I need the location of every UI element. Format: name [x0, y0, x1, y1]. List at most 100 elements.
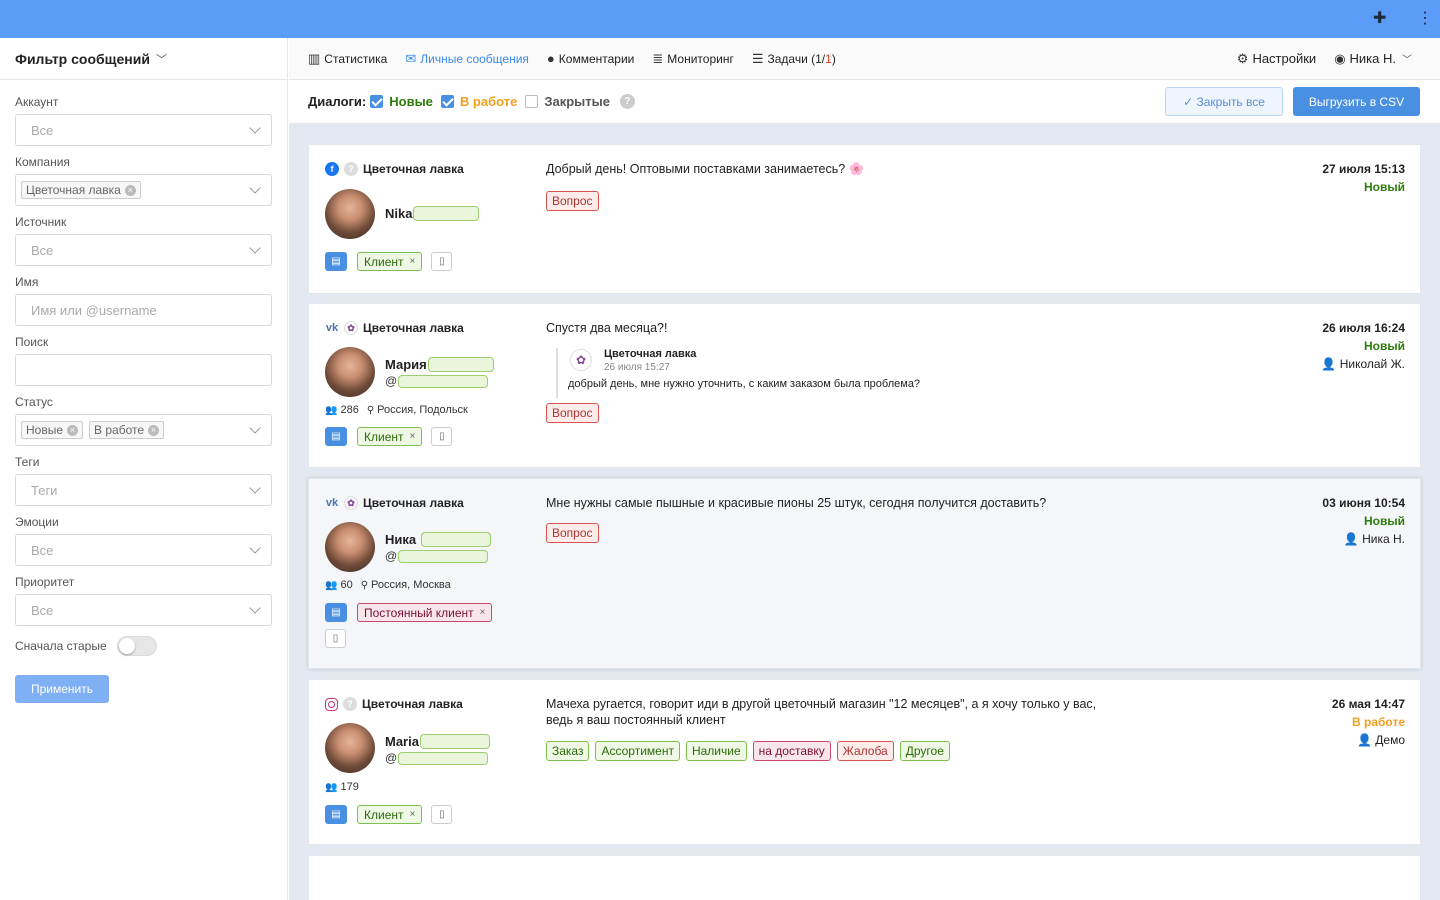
redacted-field: [398, 549, 489, 563]
filter-new[interactable]: Новые: [370, 94, 433, 109]
users-icon: 👥: [325, 781, 338, 793]
clipboard-icon[interactable]: ▯: [325, 629, 346, 648]
status-select[interactable]: Новые × В работе ×: [15, 414, 272, 446]
filter-closed[interactable]: Закрытые: [525, 94, 610, 109]
clipboard-icon[interactable]: ▯: [431, 805, 453, 824]
tag-availability[interactable]: Наличие: [685, 741, 747, 761]
remove-chip-icon[interactable]: ×: [67, 424, 79, 436]
avatar[interactable]: [325, 723, 375, 773]
nav-messages[interactable]: ✉ Личные сообщения: [405, 51, 529, 67]
clipboard-icon[interactable]: ▯: [431, 427, 453, 446]
contact-name[interactable]: Мария: [385, 357, 494, 372]
tag-delivery[interactable]: на доставку: [752, 741, 831, 761]
remove-tag-icon[interactable]: ×: [480, 607, 486, 618]
export-csv-button[interactable]: Выгрузить в CSV: [1293, 87, 1420, 116]
flower-icon: ✿: [344, 496, 358, 510]
search-input[interactable]: [15, 354, 272, 386]
dialog-card[interactable]: f? Цветочная лавка Nika ▤ Клиент × ▯ Добры…: [308, 144, 1421, 294]
nav-stats-label: Статистика: [324, 51, 388, 66]
nav-settings[interactable]: ⚙ Настройки: [1237, 51, 1316, 67]
contact-name[interactable]: Maria: [385, 734, 490, 749]
remove-tag-icon[interactable]: ×: [410, 256, 416, 267]
checkbox-closed[interactable]: [525, 95, 539, 108]
message-date: 27 июля 15:13: [1322, 162, 1405, 176]
priority-value: Все: [31, 602, 54, 618]
filter-new-label: Новые: [389, 94, 433, 109]
company-name: Цветочная лавка: [362, 697, 463, 711]
dialog-card[interactable]: [308, 855, 1421, 900]
tag-other[interactable]: Другое: [899, 741, 950, 761]
checkbox-new[interactable]: [370, 95, 384, 108]
flower-icon: ✿: [344, 321, 358, 335]
users-icon: 👥: [325, 404, 338, 416]
close-all-button[interactable]: ✓ Закрыть все: [1165, 87, 1283, 116]
name-input[interactable]: Имя или @username: [15, 294, 272, 326]
priority-select[interactable]: Все: [15, 594, 272, 626]
old-first-toggle[interactable]: [116, 636, 157, 656]
contact-name[interactable]: Ника: [385, 532, 492, 547]
chevron-down-icon: [249, 182, 261, 194]
old-first-label: Сначала старые: [15, 638, 107, 653]
tag-question[interactable]: Вопрос: [546, 191, 599, 211]
card-meta: 26 июля 16:24 Новый 👤 Николай Ж.: [1321, 321, 1405, 371]
nav-monitoring[interactable]: ≣ Мониторинг: [652, 51, 733, 67]
tag-question[interactable]: Вопрос: [546, 523, 599, 543]
emotions-select[interactable]: Все: [15, 534, 272, 566]
nav-stats[interactable]: ▥ Статистика: [308, 51, 387, 67]
tag-assortment[interactable]: Ассортимент: [595, 741, 680, 761]
source-label: Источник: [15, 215, 67, 229]
reply-author: Цветочная лавка: [604, 348, 697, 360]
puzzle-icon[interactable]: ✚: [1373, 10, 1386, 28]
clipboard-icon[interactable]: ▯: [431, 252, 453, 271]
status-label: Статус: [15, 395, 53, 409]
notes-icon[interactable]: ▤: [325, 805, 347, 824]
tag-question[interactable]: Вопрос: [546, 403, 599, 423]
filter-work[interactable]: В работе: [440, 94, 517, 109]
notes-icon[interactable]: ▤: [325, 427, 347, 446]
avatar[interactable]: [325, 347, 375, 397]
dialog-card[interactable]: ? Цветочная лавка Maria @ 👥 179 ▤ Клиент × …: [308, 679, 1421, 845]
contact-name[interactable]: Nika: [385, 206, 480, 221]
tags-select[interactable]: Теги: [15, 474, 272, 506]
user-menu[interactable]: ◉ Ника Н. ﹀: [1334, 51, 1412, 67]
avatar[interactable]: [325, 522, 375, 572]
remove-chip-icon[interactable]: ×: [148, 424, 160, 436]
client-tag[interactable]: Клиент ×: [357, 252, 423, 271]
apply-button[interactable]: Применить: [15, 675, 109, 703]
company-select[interactable]: Цветочная лавка ×: [15, 174, 272, 206]
remove-tag-icon[interactable]: ×: [410, 431, 416, 442]
remove-chip-icon[interactable]: ×: [124, 184, 136, 196]
filter-header[interactable]: Фильтр сообщений ﹀: [0, 38, 287, 80]
facebook-icon: f: [325, 162, 339, 176]
card-actions: ▤ Клиент × ▯: [325, 805, 453, 824]
username-prefix: @: [385, 549, 398, 563]
help-icon[interactable]: ?: [619, 94, 635, 109]
remove-tag-icon[interactable]: ×: [410, 809, 416, 820]
more-vertical-icon[interactable]: ⋮: [1417, 10, 1433, 28]
dialog-card[interactable]: vk ✿ Цветочная лавка Ника @ 👥 60 ⚲ Россия, Мо…: [308, 478, 1421, 669]
client-tag-label: Клиент: [364, 254, 404, 269]
nav-tasks[interactable]: ☰ Задачи (1/1): [752, 51, 836, 67]
message-text: Спустя два месяца?!: [546, 321, 668, 335]
redacted-field: [398, 374, 489, 388]
tag-complaint[interactable]: Жалоба: [836, 741, 894, 761]
message-text: Добрый день! Оптовыми поставками занимае…: [546, 162, 865, 176]
checkbox-work[interactable]: [440, 95, 454, 108]
client-tag[interactable]: Клиент ×: [357, 805, 423, 824]
client-tag[interactable]: Клиент ×: [357, 427, 423, 446]
message-tags: Заказ Ассортимент Наличие на доставку Жалоба…: [546, 741, 956, 761]
company-name: Цветочная лавка: [363, 162, 464, 176]
users-icon: 👥: [325, 579, 338, 591]
nav-comments[interactable]: ● Комментарии: [547, 51, 634, 66]
account-select[interactable]: Все: [15, 114, 272, 146]
regular-client-tag[interactable]: Постоянный клиент ×: [357, 603, 493, 622]
chevron-down-icon: [249, 602, 261, 614]
source-select[interactable]: Все: [15, 234, 272, 266]
client-tag-label: Клиент: [364, 807, 404, 822]
notes-icon[interactable]: ▤: [325, 603, 347, 622]
tag-order[interactable]: Заказ: [546, 741, 590, 761]
dialog-card[interactable]: vk ✿ Цветочная лавка Мария @ 👥 286 ⚲ Россия, …: [308, 303, 1421, 468]
source-value: Все: [31, 242, 54, 258]
avatar[interactable]: [325, 189, 375, 239]
notes-icon[interactable]: ▤: [325, 252, 347, 271]
